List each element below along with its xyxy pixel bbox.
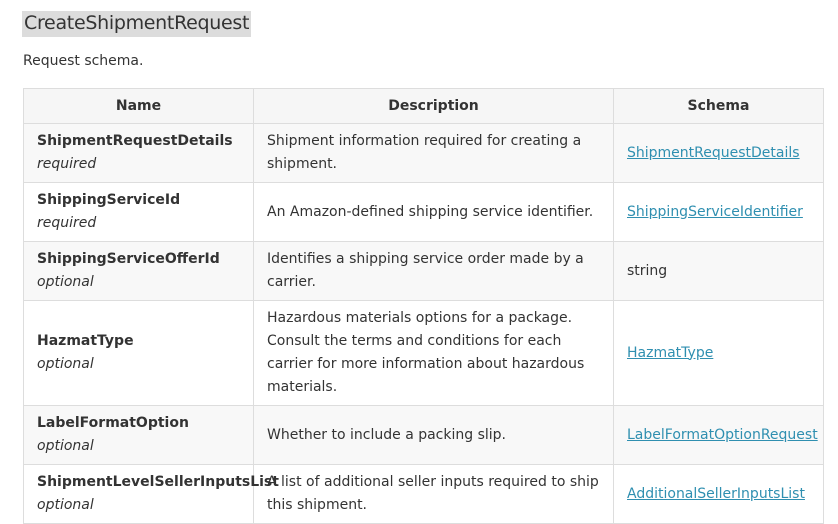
name-cell: ShipmentRequestDetails required [23, 123, 254, 183]
description-cell: A list of additional seller inputs requi… [253, 464, 614, 524]
table-row: ShippingServiceOfferId optional Identifi… [23, 241, 824, 301]
description-cell: An Amazon-defined shipping service ident… [253, 182, 614, 242]
table-row: ShipmentLevelSellerInputsList optional A… [23, 464, 824, 524]
parameter-requirement: optional [37, 356, 94, 372]
schema-cell: LabelFormatOptionRequest [613, 405, 824, 465]
parameter-name: ShippingServiceOfferId [37, 251, 220, 267]
column-header-schema: Schema [613, 88, 824, 124]
name-cell: LabelFormatOption optional [23, 405, 254, 465]
table-row: HazmatType optional Hazardous materials … [23, 300, 824, 406]
table-row: ShippingServiceId required An Amazon-def… [23, 182, 824, 242]
schema-cell: ShippingServiceIdentifier [613, 182, 824, 242]
column-header-name: Name [23, 88, 254, 124]
parameter-name: LabelFormatOption [37, 415, 189, 431]
description-cell: Whether to include a packing slip. [253, 405, 614, 465]
description-cell: Shipment information required for creati… [253, 123, 614, 183]
heading-container: CreateShipmentRequest [22, 11, 252, 37]
schema-cell: ShipmentRequestDetails [613, 123, 824, 183]
parameter-name: HazmatType [37, 333, 134, 349]
name-cell: HazmatType optional [23, 300, 254, 406]
name-cell: ShippingServiceId required [23, 182, 254, 242]
parameter-requirement: required [37, 156, 97, 172]
schema-link[interactable]: ShipmentRequestDetails [627, 145, 800, 161]
schema-cell: string [613, 241, 824, 301]
parameter-requirement: required [37, 215, 97, 231]
page-title: CreateShipmentRequest [22, 11, 252, 37]
schema-link[interactable]: AdditionalSellerInputsList [627, 486, 805, 502]
parameter-requirement: optional [37, 438, 94, 454]
name-cell: ShippingServiceOfferId optional [23, 241, 254, 301]
description-cell: Hazardous materials options for a packag… [253, 300, 614, 406]
schema-type: string [627, 262, 668, 279]
column-header-description: Description [253, 88, 614, 124]
schema-cell: HazmatType [613, 300, 824, 406]
parameter-requirement: optional [37, 497, 94, 513]
parameter-name: ShipmentLevelSellerInputsList [37, 474, 279, 490]
parameter-name: ShipmentRequestDetails [37, 133, 233, 149]
table-row: LabelFormatOption optional Whether to in… [23, 405, 824, 465]
schema-link[interactable]: HazmatType [627, 345, 713, 361]
parameter-name: ShippingServiceId [37, 192, 181, 208]
name-cell: ShipmentLevelSellerInputsList optional [23, 464, 279, 524]
schema-link[interactable]: ShippingServiceIdentifier [627, 204, 803, 220]
request-schema-table: Name Description Schema ShipmentRequestD… [23, 88, 824, 524]
schema-link[interactable]: LabelFormatOptionRequest [627, 427, 818, 443]
schema-cell: AdditionalSellerInputsList [613, 464, 824, 524]
table-row: ShipmentRequestDetails required Shipment… [23, 123, 824, 183]
table-header-row: Name Description Schema [23, 88, 824, 124]
subtitle: Request schema. [23, 53, 144, 69]
description-cell: Identifies a shipping service order made… [253, 241, 614, 301]
parameter-requirement: optional [37, 274, 94, 290]
